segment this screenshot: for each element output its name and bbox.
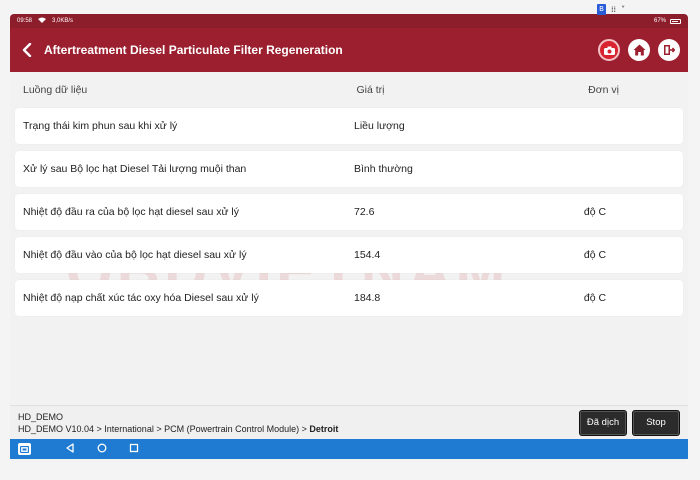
- back-icon[interactable]: [18, 41, 36, 59]
- breadcrumb: HD_DEMO V10.04 > International > PCM (Po…: [18, 423, 338, 435]
- table-row[interactable]: Nhiệt độ đầu ra của bộ lọc hạt diesel sa…: [15, 194, 683, 230]
- home-button[interactable]: [628, 39, 650, 61]
- row-unit: độ C: [583, 206, 607, 218]
- system-nav-bar: [10, 439, 688, 459]
- row-value: 184.8: [353, 292, 381, 304]
- network-speed: 3,0KB/s: [52, 18, 74, 24]
- exit-icon: [664, 45, 675, 55]
- breadcrumb-path: HD_DEMO V10.04 > International > PCM (Po…: [18, 423, 310, 434]
- page-title: Aftertreatment Diesel Particulate Filter…: [44, 43, 343, 57]
- row-name: Trạng thái kim phun sau khi xử lý: [23, 120, 178, 132]
- app-switch-icon[interactable]: [18, 443, 31, 455]
- screenshot-button[interactable]: [598, 39, 620, 61]
- title-bar: Aftertreatment Diesel Particulate Filter…: [10, 28, 688, 72]
- device-screen: 09:58 3,0KB/s 67% Aftertreatment Diesel …: [10, 14, 688, 462]
- table-header: Luồng dữ liệu Giá trị Đơn vị: [10, 72, 688, 108]
- data-stream-panel: OBDVIETNAM CHUYÊN GIA CHẨN ĐOÁN Ô TÔ Luồ…: [10, 72, 688, 405]
- header-value: Giá trị: [356, 84, 385, 96]
- table-row[interactable]: Trạng thái kim phun sau khi xử lý Liều l…: [15, 108, 683, 144]
- row-value: Liều lượng: [353, 120, 405, 132]
- home-icon: [633, 44, 645, 56]
- translate-button[interactable]: Đã dịch: [579, 409, 627, 436]
- row-name: Nhiệt độ nạp chất xúc tác oxy hóa Diesel…: [23, 292, 259, 304]
- table-row[interactable]: Nhiệt độ đầu vào của bộ lọc hạt diesel s…: [15, 237, 683, 273]
- footer-info: HD_DEMO HD_DEMO V10.04 > International >…: [18, 411, 338, 435]
- table-row[interactable]: Nhiệt độ nạp chất xúc tác oxy hóa Diesel…: [15, 280, 683, 316]
- nav-back-icon[interactable]: [65, 440, 75, 458]
- app-badge-icon: B: [597, 3, 606, 15]
- nav-home-icon[interactable]: [97, 440, 107, 458]
- camera-icon: [603, 46, 615, 55]
- chevron-down-icon[interactable]: ˅: [621, 5, 625, 14]
- row-value: 154.4: [353, 249, 381, 261]
- table-row[interactable]: Xử lý sau Bộ lọc hạt Diesel Tải lượng mu…: [15, 151, 683, 187]
- row-name: Nhiệt độ đầu ra của bộ lọc hạt diesel sa…: [23, 206, 239, 218]
- row-value: 72.6: [353, 206, 375, 218]
- row-unit: độ C: [583, 249, 607, 261]
- wifi-icon: [38, 17, 47, 25]
- battery-percent: 67%: [653, 18, 666, 24]
- row-value: Bình thường: [353, 163, 413, 175]
- row-unit: độ C: [583, 292, 607, 304]
- device-name: HD_DEMO: [18, 411, 64, 422]
- header-unit: Đơn vị: [588, 84, 619, 96]
- nav-recents-icon[interactable]: [129, 440, 139, 458]
- overlay-badge: B ⁞⁞ ˅: [597, 3, 625, 15]
- header-data-stream: Luồng dữ liệu: [23, 84, 88, 96]
- breadcrumb-current: Detroit: [309, 423, 339, 434]
- table-body: Trạng thái kim phun sau khi xử lý Liều l…: [10, 108, 688, 316]
- status-bar: 09:58 3,0KB/s 67%: [10, 14, 688, 28]
- footer-bar: HD_DEMO HD_DEMO V10.04 > International >…: [10, 405, 688, 439]
- stop-button[interactable]: Stop: [632, 409, 680, 436]
- row-name: Xử lý sau Bộ lọc hạt Diesel Tải lượng mu…: [23, 163, 247, 175]
- row-name: Nhiệt độ đầu vào của bộ lọc hạt diesel s…: [23, 249, 247, 261]
- status-time: 09:58: [17, 18, 33, 24]
- exit-button[interactable]: [658, 39, 680, 61]
- drag-dots-icon[interactable]: ⁞⁞: [611, 5, 616, 14]
- battery-icon: [670, 18, 681, 24]
